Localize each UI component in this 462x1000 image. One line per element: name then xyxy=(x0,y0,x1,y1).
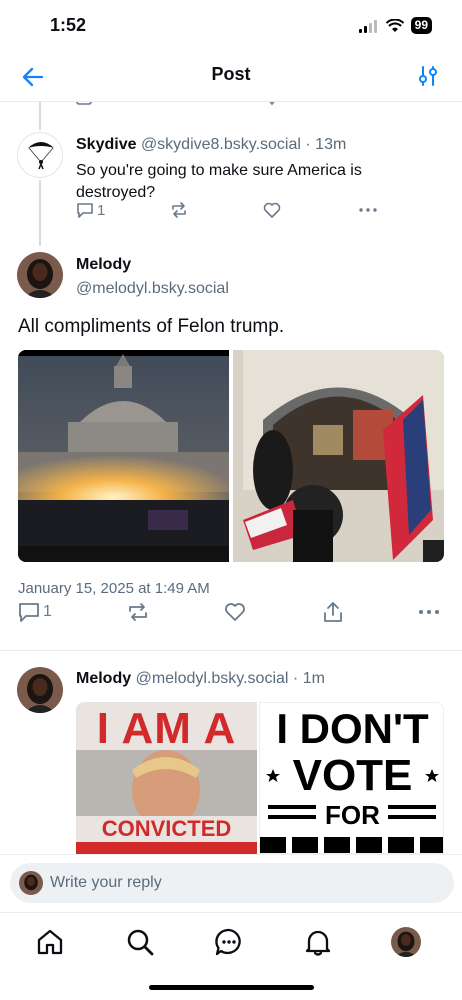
wifi-icon xyxy=(385,18,404,32)
image-text: CONVICTED xyxy=(101,816,232,841)
repost-button[interactable] xyxy=(127,601,149,623)
author-handle[interactable]: @melodyl.bsky.social xyxy=(76,280,229,298)
image-text: FOR xyxy=(325,800,380,830)
author-name[interactable]: Skydive xyxy=(76,136,136,153)
home-icon[interactable] xyxy=(35,927,65,957)
author-handle[interactable]: @melodyl.bsky.social xyxy=(136,670,289,687)
filter-icon[interactable] xyxy=(416,64,440,88)
reply-count: 1 xyxy=(97,201,106,219)
image-text: I DON'T xyxy=(276,705,429,752)
reply-icon xyxy=(19,603,39,622)
post-text: All compliments of Felon trump. xyxy=(18,316,285,337)
more-icon xyxy=(419,610,439,614)
post-time: · 1m xyxy=(292,670,325,687)
like-button[interactable] xyxy=(224,601,246,623)
avatar-image xyxy=(17,667,63,713)
page-title: Post xyxy=(211,64,251,84)
share-icon xyxy=(324,602,342,622)
scrolled-actions xyxy=(0,102,462,108)
reply-image-right[interactable]: I DON'T VOTE FOR xyxy=(259,702,444,854)
repost-button[interactable] xyxy=(170,201,188,219)
avatar[interactable] xyxy=(17,132,63,178)
post-text: So you're going to make sure America is … xyxy=(76,162,362,201)
post-image-window[interactable] xyxy=(233,350,444,562)
author-name[interactable]: Melody xyxy=(76,256,131,274)
status-bar: 1:52 99 xyxy=(0,0,462,50)
share-button[interactable] xyxy=(322,601,344,623)
star-icon xyxy=(266,769,280,782)
reply-count: 1 xyxy=(43,603,52,620)
image-text: VOTE xyxy=(292,751,413,800)
post-time: · 13m xyxy=(305,136,347,153)
divider xyxy=(0,650,462,651)
author-handle[interactable]: @skydive8.bsky.social xyxy=(141,136,301,153)
header: Post xyxy=(0,52,462,102)
status-icons: 99 xyxy=(358,17,432,34)
image-text: I AM A xyxy=(96,704,237,753)
reply-button[interactable]: 1 xyxy=(18,601,52,623)
reply-placeholder: Write your reply xyxy=(50,874,162,891)
reply-icon xyxy=(77,203,93,218)
avatar-image xyxy=(17,252,63,298)
like-button[interactable] xyxy=(263,201,281,219)
search-icon[interactable] xyxy=(125,927,155,957)
bell-icon[interactable] xyxy=(303,927,333,957)
more-icon xyxy=(359,208,377,212)
more-button[interactable] xyxy=(418,601,440,623)
post-meta: Melody @melodyl.bsky.social · 1m xyxy=(76,670,325,688)
avatar xyxy=(19,871,43,895)
like-icon xyxy=(225,603,245,621)
repost-icon xyxy=(129,603,147,621)
reply-image-left[interactable]: I AM A CONVICTED xyxy=(76,702,257,854)
post-image-capitol[interactable] xyxy=(18,350,229,562)
reply-input[interactable]: Write your reply xyxy=(10,863,454,903)
profile-avatar[interactable] xyxy=(391,927,421,957)
thread-line xyxy=(39,102,41,130)
author-name[interactable]: Melody xyxy=(76,670,131,687)
thread-line xyxy=(39,180,41,246)
more-button[interactable] xyxy=(358,201,378,219)
status-time: 1:52 xyxy=(50,15,87,35)
like-icon xyxy=(263,202,281,218)
reply-button[interactable]: 1 xyxy=(76,201,105,219)
battery-indicator: 99 xyxy=(410,17,432,34)
post-timestamp: January 15, 2025 at 1:49 AM xyxy=(18,580,210,597)
home-indicator xyxy=(149,985,314,990)
star-icon xyxy=(425,769,439,782)
signal-icon xyxy=(358,19,377,33)
avatar[interactable] xyxy=(17,252,63,298)
avatar[interactable] xyxy=(17,667,63,713)
repost-icon xyxy=(172,202,186,218)
post-meta: Skydive @skydive8.bsky.social · 13m xyxy=(76,136,346,154)
skydiver-icon xyxy=(28,142,54,170)
chat-icon[interactable] xyxy=(214,927,244,957)
